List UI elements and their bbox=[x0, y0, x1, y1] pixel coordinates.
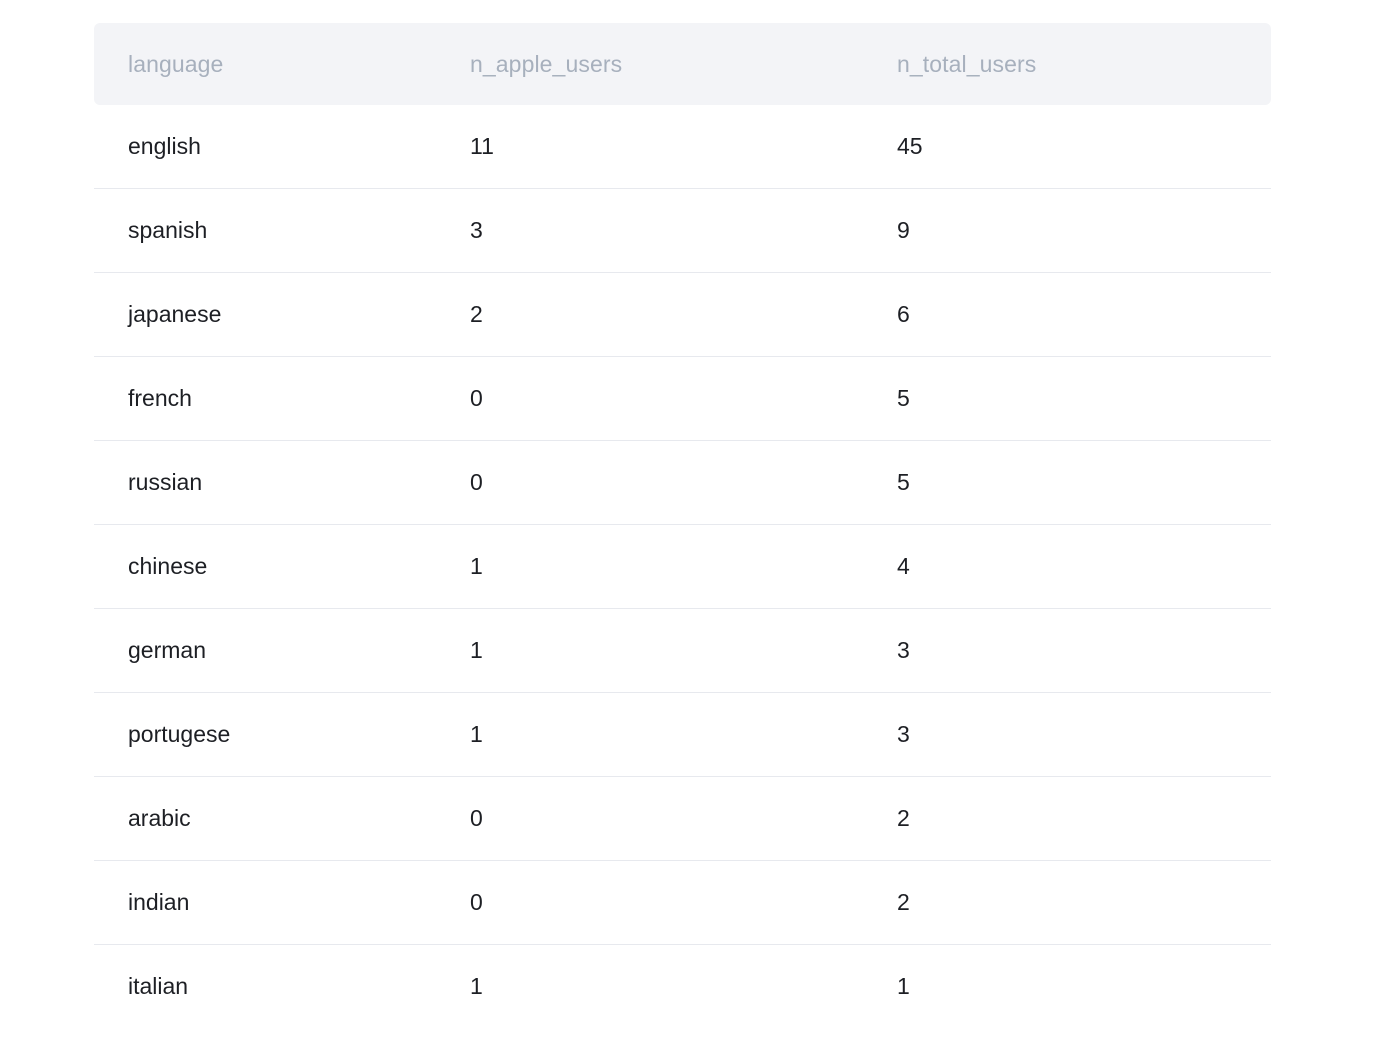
table-row: portugese 1 3 bbox=[94, 693, 1271, 777]
cell-language: portugese bbox=[128, 721, 231, 747]
table-row: spanish 3 9 bbox=[94, 189, 1271, 273]
cell-n-total-users: 6 bbox=[897, 301, 910, 327]
cell-language: italian bbox=[128, 973, 189, 999]
cell-n-apple-users: 1 bbox=[470, 553, 483, 579]
cell-language: russian bbox=[128, 469, 203, 495]
cell-n-total-users: 4 bbox=[897, 553, 910, 579]
column-header-n-apple-users[interactable]: n_apple_users bbox=[470, 51, 622, 78]
cell-n-total-users: 3 bbox=[897, 721, 910, 747]
cell-n-total-users: 2 bbox=[897, 805, 910, 831]
cell-n-apple-users: 1 bbox=[470, 721, 483, 747]
cell-language: spanish bbox=[128, 217, 208, 243]
table-header: language n_apple_users n_total_users bbox=[94, 23, 1271, 105]
cell-n-apple-users: 11 bbox=[470, 133, 494, 159]
table-row: chinese 1 4 bbox=[94, 525, 1271, 609]
cell-n-apple-users: 1 bbox=[470, 973, 483, 999]
cell-n-apple-users: 0 bbox=[470, 469, 483, 495]
cell-language: english bbox=[128, 133, 201, 159]
table-row: japanese 2 6 bbox=[94, 273, 1271, 357]
cell-language: chinese bbox=[128, 553, 208, 579]
cell-n-apple-users: 1 bbox=[470, 637, 483, 663]
table-row: arabic 0 2 bbox=[94, 777, 1271, 861]
cell-n-total-users: 5 bbox=[897, 385, 910, 411]
cell-n-apple-users: 3 bbox=[470, 217, 483, 243]
table-row: russian 0 5 bbox=[94, 441, 1271, 525]
cell-language: german bbox=[128, 637, 206, 663]
table-row: italian 1 1 bbox=[94, 945, 1271, 1028]
table-row: english 11 45 bbox=[94, 105, 1271, 189]
cell-n-total-users: 2 bbox=[897, 889, 910, 915]
cell-n-total-users: 5 bbox=[897, 469, 910, 495]
cell-n-apple-users: 2 bbox=[470, 301, 483, 327]
cell-language: french bbox=[128, 385, 192, 411]
cell-n-total-users: 1 bbox=[897, 973, 910, 999]
cell-n-apple-users: 0 bbox=[470, 805, 483, 831]
cell-n-total-users: 9 bbox=[897, 217, 910, 243]
cell-language: japanese bbox=[128, 301, 222, 327]
cell-n-total-users: 3 bbox=[897, 637, 910, 663]
cell-language: indian bbox=[128, 889, 190, 915]
table-row: french 0 5 bbox=[94, 357, 1271, 441]
cell-n-apple-users: 0 bbox=[470, 385, 483, 411]
cell-n-total-users: 45 bbox=[897, 133, 923, 159]
table-row: german 1 3 bbox=[94, 609, 1271, 693]
cell-language: arabic bbox=[128, 805, 191, 831]
column-header-language[interactable]: language bbox=[128, 51, 223, 78]
table-row: indian 0 2 bbox=[94, 861, 1271, 945]
column-header-n-total-users[interactable]: n_total_users bbox=[897, 51, 1036, 78]
data-table: language n_apple_users n_total_users eng… bbox=[94, 23, 1271, 1028]
cell-n-apple-users: 0 bbox=[470, 889, 483, 915]
